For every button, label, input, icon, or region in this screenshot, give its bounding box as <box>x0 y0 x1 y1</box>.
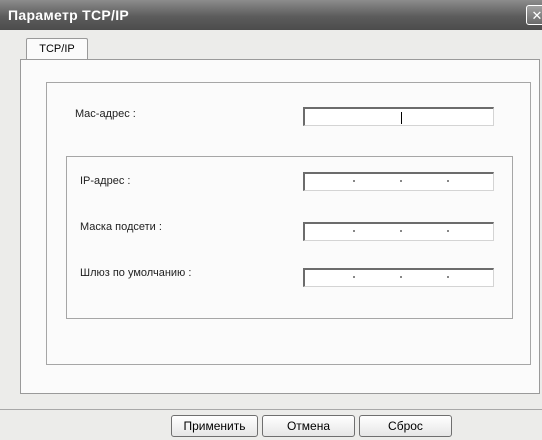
ip-octet-separator <box>447 276 449 278</box>
subnet-mask-field[interactable] <box>303 222 494 241</box>
mac-address-field[interactable] <box>303 107 494 126</box>
ip-address-label: IP-адрес : <box>80 175 131 187</box>
mac-address-label: Mac-адрес : <box>75 108 136 120</box>
ip-octet-separator <box>447 180 449 182</box>
ip-octet-separator <box>400 180 402 182</box>
ip-octet-separator <box>353 230 355 232</box>
ip-settings-group: IP-адрес : Маска подсети : Шлюз по умолч… <box>66 156 513 319</box>
cancel-button[interactable]: Отмена <box>262 415 355 437</box>
ip-octet-separator <box>353 276 355 278</box>
tcpip-dialog: Параметр TCP/IP ✕ TCP/IP Mac-адрес : IP-… <box>0 0 542 440</box>
ip-octet-separator <box>400 230 402 232</box>
text-caret <box>401 112 402 124</box>
window-title: Параметр TCP/IP <box>8 7 130 23</box>
settings-group: Mac-адрес : IP-адрес : Маска подсети : Ш… <box>46 82 531 365</box>
default-gateway-label: Шлюз по умолчанию : <box>80 267 192 279</box>
ip-octet-separator <box>447 230 449 232</box>
footer-divider <box>0 409 542 410</box>
ip-address-field[interactable] <box>303 172 494 191</box>
close-icon: ✕ <box>531 8 542 23</box>
ip-octet-separator <box>353 180 355 182</box>
default-gateway-field[interactable] <box>303 268 494 287</box>
tab-tcpip[interactable]: TCP/IP <box>26 38 88 60</box>
tab-panel-tcpip: Mac-адрес : IP-адрес : Маска подсети : Ш… <box>20 59 540 394</box>
subnet-mask-label: Маска подсети : <box>80 221 162 233</box>
close-button[interactable]: ✕ <box>526 5 542 25</box>
reset-button[interactable]: Сброс <box>359 415 452 437</box>
ip-octet-separator <box>400 276 402 278</box>
apply-button[interactable]: Применить <box>171 415 258 437</box>
title-bar: Параметр TCP/IP ✕ <box>0 0 542 30</box>
